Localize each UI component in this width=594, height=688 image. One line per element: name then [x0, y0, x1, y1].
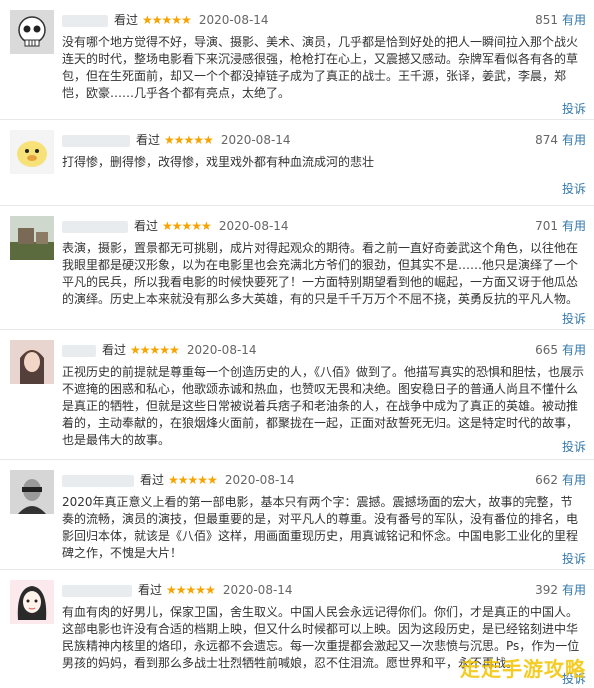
vote-area: 662 有用	[535, 470, 586, 490]
seen-label: 看过	[140, 473, 165, 487]
seen-label: 看过	[138, 583, 163, 597]
review-content: 表演，摄影，置景都无可挑剔，成片对得起观众的期待。看之前一直好奇姜武这个角色，以…	[62, 241, 579, 306]
review-date: 2020-08-14	[222, 583, 293, 597]
seen-label: 看过	[114, 13, 139, 27]
useful-button[interactable]: 有用	[562, 133, 586, 147]
skull-avatar-icon	[10, 10, 54, 54]
site-watermark: 走走手游攻略	[460, 657, 586, 681]
avatar[interactable]	[10, 580, 54, 624]
review-date: 2020-08-14	[186, 343, 257, 357]
report-link[interactable]: 投诉	[562, 100, 586, 117]
rating-stars-icon: ★★★★★	[130, 343, 180, 357]
vote-count: 874	[535, 133, 558, 147]
review-meta: 看过 ★★★★★ 2020-08-14	[62, 340, 257, 360]
avatar[interactable]	[10, 130, 54, 174]
vote-area: 701 有用	[535, 216, 586, 236]
review-item: 看过 ★★★★★ 2020-08-14 851 有用 没有哪个地方觉得不好，导演、摄影…	[0, 0, 594, 120]
useful-button[interactable]: 有用	[562, 583, 586, 597]
review-item: 看过 ★★★★★ 2020-08-14 874 有用 打得惨，删得惨，改得惨，戏里戏外…	[0, 120, 594, 206]
report-link[interactable]: 投诉	[562, 310, 586, 327]
review-meta: 看过 ★★★★★ 2020-08-14	[62, 470, 295, 490]
seen-label: 看过	[102, 343, 127, 357]
vote-area: 665 有用	[535, 340, 586, 360]
review-content: 2020年真正意义上看的第一部电影，基本只有两个字：震撼。震撼场面的宏大，故事的…	[62, 495, 579, 560]
useful-button[interactable]: 有用	[562, 219, 586, 233]
review-content: 正视历史的前提就是尊重每一个创造历史的人，《八佰》做到了。他描写真实的恐惧和胆怯…	[62, 365, 585, 447]
vote-count: 665	[535, 343, 558, 357]
review-meta: 看过 ★★★★★ 2020-08-14	[62, 130, 291, 150]
review-date: 2020-08-14	[220, 133, 291, 147]
useful-button[interactable]: 有用	[562, 473, 586, 487]
username-blurred[interactable]	[62, 14, 108, 27]
vote-area: 392 有用	[535, 580, 586, 600]
vote-count: 701	[535, 219, 558, 233]
report-link[interactable]: 投诉	[562, 438, 586, 455]
review-date: 2020-08-14	[218, 219, 289, 233]
review-date: 2020-08-14	[198, 13, 269, 27]
vote-area: 851 有用	[535, 10, 586, 30]
vote-count: 851	[535, 13, 558, 27]
username-blurred[interactable]	[62, 220, 128, 233]
review-meta: 看过 ★★★★★ 2020-08-14	[62, 580, 293, 600]
review-item: 看过 ★★★★★ 2020-08-14 701 有用 表演，摄影，置景都无可挑剔，成片…	[0, 206, 594, 330]
rating-stars-icon: ★★★★★	[162, 219, 212, 233]
username-blurred[interactable]	[62, 134, 130, 147]
vote-area: 874 有用	[535, 130, 586, 150]
report-link[interactable]: 投诉	[562, 550, 586, 567]
review-content: 打得惨，删得惨，改得惨，戏里戏外都有种血流成河的悲壮	[62, 155, 375, 169]
vote-count: 662	[535, 473, 558, 487]
avatar[interactable]	[10, 216, 54, 260]
report-link[interactable]: 投诉	[562, 180, 586, 197]
username-blurred[interactable]	[62, 584, 132, 597]
landscape-avatar-icon	[10, 216, 54, 260]
username-blurred[interactable]	[62, 474, 134, 487]
review-item: 看过 ★★★★★ 2020-08-14 662 有用 2020年真正意义上看的第一部电…	[0, 460, 594, 570]
avatar[interactable]	[10, 10, 54, 54]
review-date: 2020-08-14	[224, 473, 295, 487]
rating-stars-icon: ★★★★★	[142, 13, 192, 27]
avatar[interactable]	[10, 470, 54, 514]
vote-count: 392	[535, 583, 558, 597]
bw-portrait-avatar-icon	[10, 470, 54, 514]
rating-stars-icon: ★★★★★	[166, 583, 216, 597]
avatar[interactable]	[10, 340, 54, 384]
seen-label: 看过	[134, 219, 159, 233]
duck-avatar-icon	[10, 130, 54, 174]
useful-button[interactable]: 有用	[562, 343, 586, 357]
rating-stars-icon: ★★★★★	[164, 133, 214, 147]
review-meta: 看过 ★★★★★ 2020-08-14	[62, 10, 269, 30]
review-item: 看过 ★★★★★ 2020-08-14 665 有用 正视历史的前提就是尊重每一个创造…	[0, 330, 594, 460]
review-content: 没有哪个地方觉得不好，导演、摄影、美术、演员，几乎都是恰到好处的把人一瞬间拉入那…	[62, 35, 579, 100]
rating-stars-icon: ★★★★★	[168, 473, 218, 487]
portrait-avatar-icon	[10, 340, 54, 384]
review-meta: 看过 ★★★★★ 2020-08-14	[62, 216, 289, 236]
seen-label: 看过	[136, 133, 161, 147]
username-blurred[interactable]	[62, 344, 96, 357]
cartoon-girl-avatar-icon	[10, 580, 54, 624]
useful-button[interactable]: 有用	[562, 13, 586, 27]
